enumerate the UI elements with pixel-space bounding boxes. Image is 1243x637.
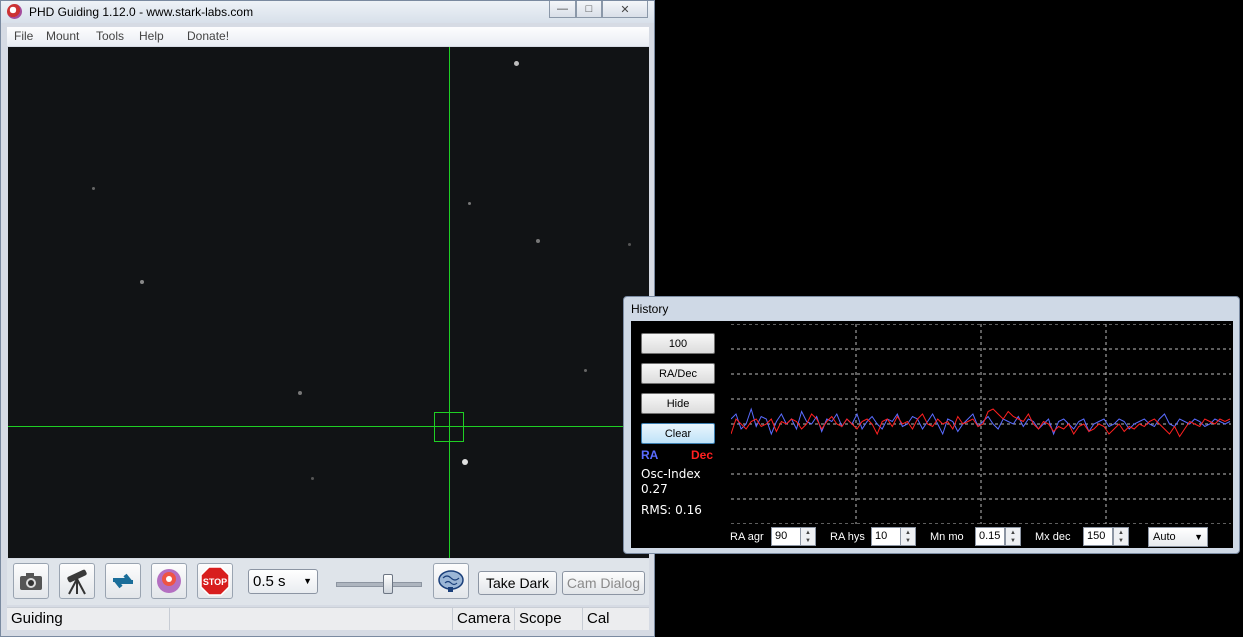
take-dark-button[interactable]: Take Dark [478,571,557,595]
menu-mount[interactable]: Mount [46,29,79,43]
maximize-button[interactable]: □ [576,1,602,18]
star [536,239,540,243]
status-cal: Cal [582,608,649,630]
menu-file[interactable]: File [14,29,33,43]
crosshair-horizontal [8,426,649,427]
mx-dec-spinner[interactable]: ▲ ▼ [1113,527,1129,546]
crosshair-vertical [449,47,450,558]
phd-app-icon [7,4,22,19]
status-camera: Camera [452,608,514,630]
chevron-down-icon: ▼ [303,576,312,586]
main-window: PHD Guiding 1.12.0 - www.stark-labs.com … [0,0,655,637]
star [140,280,144,284]
legend-dec: Dec [691,448,714,462]
minimize-icon: — [557,3,568,15]
rms-value: RMS: 0.16 [641,503,702,517]
mx-dec-label: Mx dec [1035,531,1071,543]
legend-ra: RA [641,448,659,462]
dec-mode-value: Auto [1153,531,1176,543]
status-scope: Scope [514,608,582,630]
star [298,391,302,395]
mx-dec-input[interactable]: 150 [1083,527,1113,546]
osc-index-value: 0.27 [641,482,668,496]
guide-star [462,459,468,465]
star [628,243,631,246]
star [468,202,471,205]
toolbar: STOP 0.5 s ▼ Take Dark Cam Dialog [7,559,649,605]
cam-dialog-button[interactable]: Cam Dialog [562,571,645,595]
window-title: PHD Guiding 1.12.0 - www.stark-labs.com [29,5,254,19]
menu-bar: File Mount Tools Help Donate! [7,27,649,46]
mn-mo-spinner[interactable]: ▲ ▼ [1005,527,1021,546]
exposure-value: 0.5 s [253,573,286,590]
maximize-icon: □ [585,3,593,15]
clear-button[interactable]: Clear [641,423,715,444]
svg-text:STOP: STOP [203,577,227,587]
star [311,477,314,480]
gamma-slider-thumb[interactable] [383,574,393,594]
mn-mo-input[interactable]: 0.15 [975,527,1005,546]
history-graph [731,324,1231,524]
ra-hys-label: RA hys [830,531,865,543]
star [584,369,587,372]
loop-icon [112,573,134,589]
loop-button[interactable] [105,563,141,599]
osc-index-label: Osc-Index [641,467,701,481]
telescope-icon [67,569,87,595]
phd-guide-button[interactable] [151,563,187,599]
ra-agr-input[interactable]: 90 [771,527,801,546]
status-message [169,608,441,630]
close-icon: ✕ [620,3,630,16]
hide-button[interactable]: Hide [641,393,715,414]
stop-icon: STOP [200,566,230,596]
history-title: History [631,302,669,316]
brain-icon [438,570,464,592]
stop-button[interactable]: STOP [197,563,233,599]
camera-icon [20,573,42,590]
ra-agr-spinner[interactable]: ▲ ▼ [800,527,816,546]
gamma-slider-track[interactable] [336,582,422,587]
menu-tools[interactable]: Tools [96,29,124,43]
menu-donate[interactable]: Donate! [187,29,229,43]
history-length-button[interactable]: 100 [641,333,715,354]
chevron-down-icon: ▼ [1194,532,1203,542]
title-bar: PHD Guiding 1.12.0 - www.stark-labs.com … [1,1,654,23]
status-bar: Guiding Camera Scope Cal [7,607,649,630]
phd-guide-icon [157,569,181,593]
history-panel: 100 RA/Dec Hide Clear RA Dec Osc-Index 0… [631,321,1233,548]
mn-mo-label: Mn mo [930,531,964,543]
telescope-button[interactable] [59,563,95,599]
camera-image-view[interactable] [8,47,649,558]
history-window: History 100 RA/Dec Hide Clear RA Dec Osc… [623,296,1240,554]
ra-dec-mode-button[interactable]: RA/Dec [641,363,715,384]
star [514,61,519,66]
dec-mode-dropdown[interactable]: Auto ▼ [1148,527,1208,547]
minimize-button[interactable]: — [549,1,576,18]
close-button[interactable]: ✕ [602,1,648,18]
menu-help[interactable]: Help [139,29,164,43]
camera-button[interactable] [13,563,49,599]
star-selection-box [434,412,464,442]
star [92,187,95,190]
exposure-dropdown[interactable]: 0.5 s ▼ [248,569,318,594]
ra-agr-label: RA agr [730,531,764,543]
brain-button[interactable] [433,563,469,599]
ra-hys-input[interactable]: 10 [871,527,901,546]
status-mode: Guiding [11,610,63,627]
ra-hys-spinner[interactable]: ▲ ▼ [900,527,916,546]
